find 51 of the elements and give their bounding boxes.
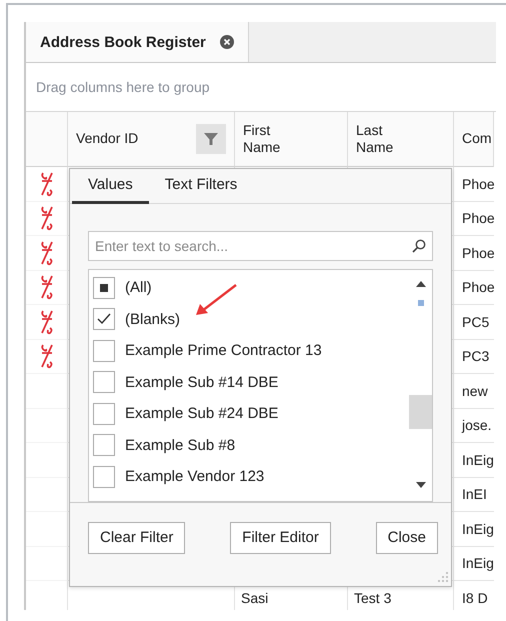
checkbox[interactable] xyxy=(93,466,115,488)
column-header[interactable]: Com xyxy=(454,112,494,167)
table-cell: InEig xyxy=(454,546,494,581)
table-cell: Phoe xyxy=(454,202,494,236)
list-item-label[interactable]: Example Sub #14 DBE xyxy=(125,374,278,391)
popup-button[interactable]: Close xyxy=(376,522,438,554)
close-icon[interactable] xyxy=(220,35,234,49)
column-header[interactable]: Vendor ID xyxy=(68,112,235,167)
resize-grip-icon[interactable] xyxy=(437,571,449,583)
checkbox[interactable] xyxy=(93,434,115,456)
scroll-down-icon[interactable] xyxy=(416,480,426,489)
checkbox[interactable] xyxy=(93,371,115,394)
list-item-label[interactable]: Example Sub #8 xyxy=(125,436,236,454)
list-item-label[interactable]: Example Sub #24 DBE xyxy=(125,405,278,422)
broken-link-icon xyxy=(40,308,54,335)
broken-link-icon xyxy=(40,274,54,300)
broken-link-icon xyxy=(40,205,54,232)
check-icon xyxy=(97,313,111,326)
column-header-label: Vendor ID xyxy=(76,130,138,148)
scrollbar-thumb[interactable] xyxy=(409,394,432,429)
broken-link-icon xyxy=(40,240,54,266)
funnel-icon xyxy=(204,132,218,146)
column-header[interactable]: Last Name xyxy=(348,112,454,167)
list-item-label[interactable]: Example Vendor 123 xyxy=(125,468,264,486)
group-panel: Drag columns here to group xyxy=(26,62,496,112)
list-item-label[interactable]: (All) xyxy=(125,279,152,296)
checkbox[interactable] xyxy=(93,402,115,425)
scroll-up-icon[interactable] xyxy=(416,280,426,288)
broken-link-icon xyxy=(40,343,54,370)
popup-tab[interactable]: Text Filters xyxy=(148,169,254,204)
list-item-label[interactable]: (Blanks) xyxy=(125,310,180,328)
search-field[interactable]: Enter text to search... xyxy=(88,230,433,261)
popup-button[interactable]: Clear Filter xyxy=(88,522,186,554)
table-cell: PC3 xyxy=(454,340,494,374)
document-tab[interactable]: Address Book Register xyxy=(26,22,249,62)
popup-button[interactable]: Filter Editor xyxy=(230,522,331,554)
arrow-annotation xyxy=(194,282,238,317)
checkbox[interactable] xyxy=(93,276,115,299)
checkbox[interactable] xyxy=(93,308,115,330)
indeterminate-square-icon xyxy=(100,284,108,292)
checkbox[interactable] xyxy=(93,340,115,362)
broken-link-icon xyxy=(40,170,54,197)
popup-tab[interactable]: Values xyxy=(72,169,149,204)
scroll-marker-icon xyxy=(418,300,424,306)
column-header[interactable]: First Name xyxy=(235,112,348,167)
table-cell: jose. xyxy=(454,408,494,443)
table-cell: InEI xyxy=(454,478,494,512)
list-item-label[interactable]: Example Prime Contractor 13 xyxy=(125,342,322,360)
search-icon xyxy=(412,238,426,253)
filter-button[interactable] xyxy=(196,124,226,154)
table-cell: Phoe xyxy=(454,270,494,305)
